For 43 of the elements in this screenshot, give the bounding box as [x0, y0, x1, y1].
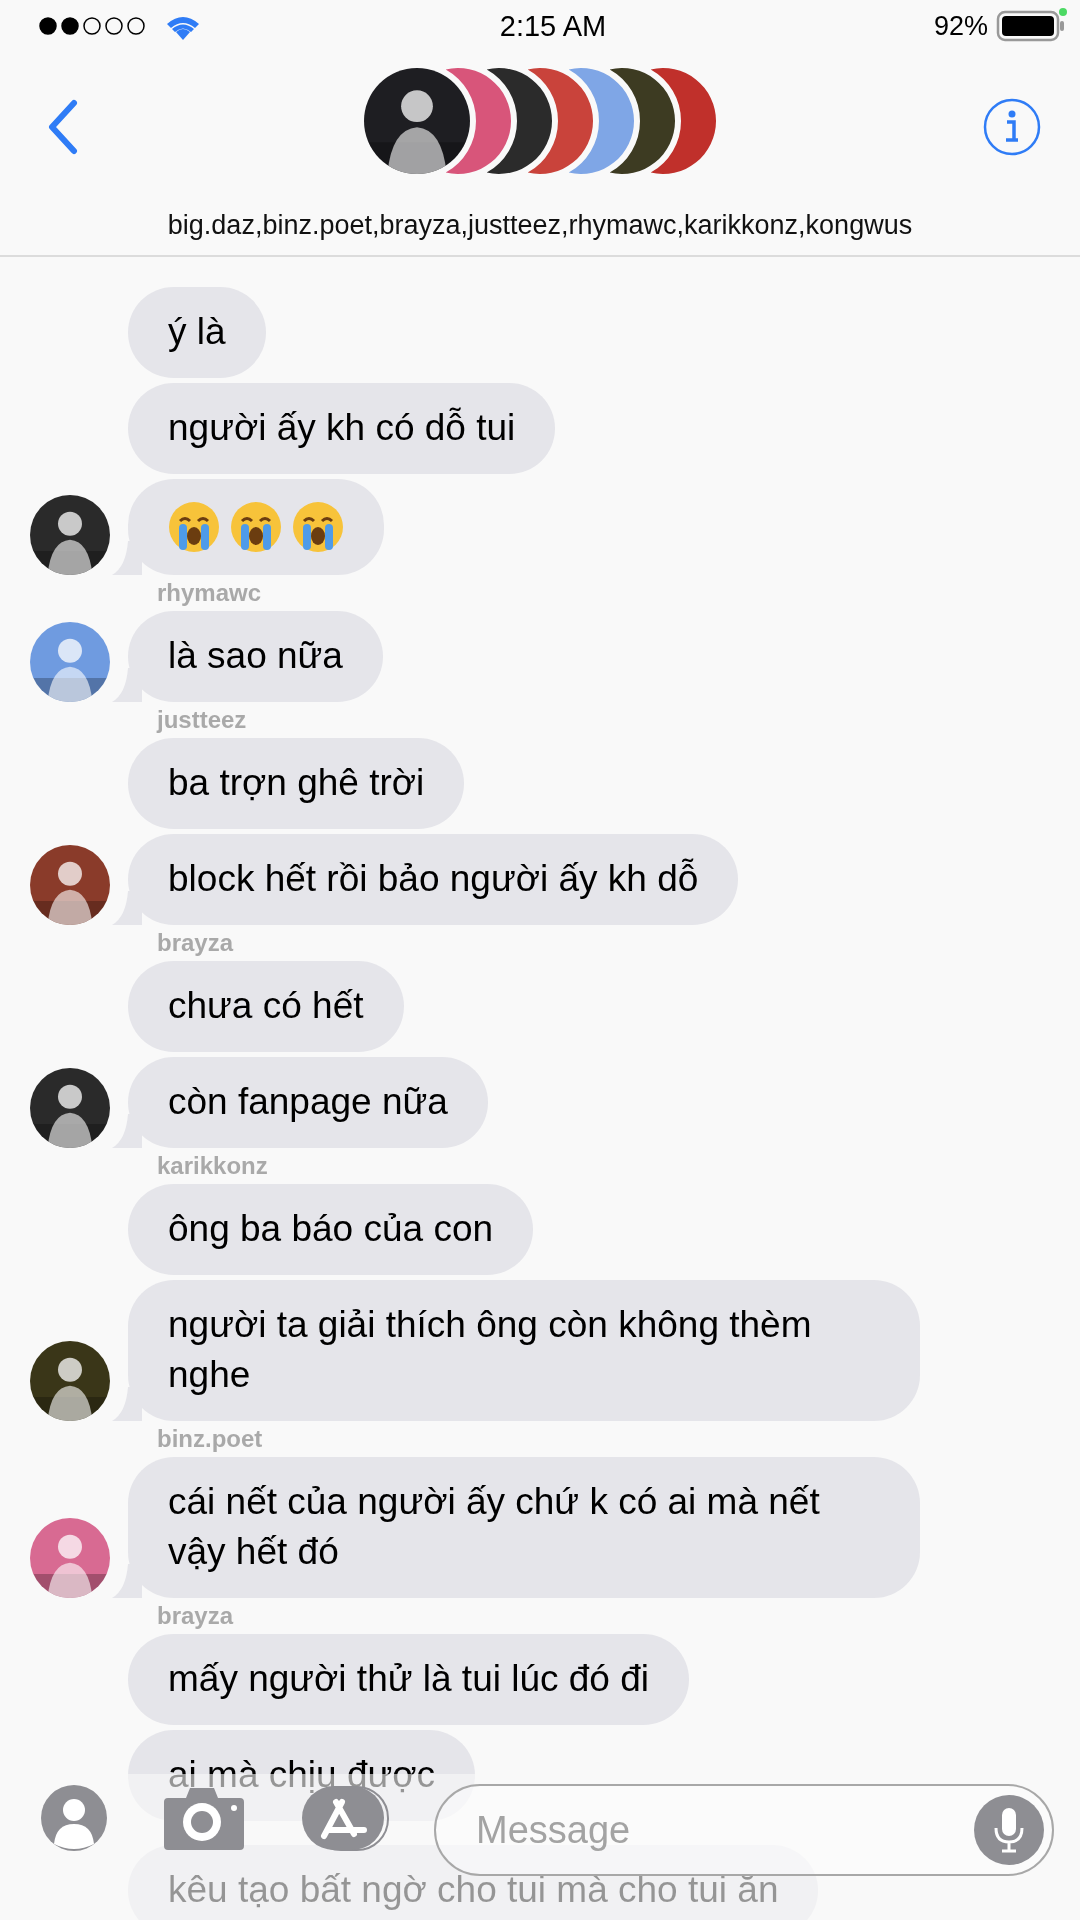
battery-icon [996, 8, 1068, 44]
message-bubble: người ta giải thích ông còn không thèm nghe [128, 1280, 920, 1421]
message-bubble: chưa có hết [128, 961, 404, 1052]
message-bubble: mấy người thử là tui lúc đó đi [128, 1634, 690, 1725]
sender-avatar[interactable] [30, 1341, 110, 1421]
contact-button[interactable] [40, 1784, 108, 1852]
group-avatar[interactable] [445, 68, 511, 174]
message-bubble: người ấy kh có dỗ tui [128, 383, 556, 474]
info-icon [982, 97, 1042, 157]
group-avatar[interactable] [568, 68, 634, 174]
back-chevron-icon [46, 99, 80, 155]
group-avatar[interactable] [527, 68, 593, 174]
sender-name: brayza [156, 1601, 235, 1631]
sender-name: binz.poet [156, 1424, 264, 1454]
group-avatar[interactable] [650, 68, 716, 174]
info-button[interactable] [982, 97, 1042, 157]
message-bubble: là sao nữa [128, 611, 383, 702]
participant-names[interactable]: big.daz,binz.poet,brayza,justteez,rhymawc,karikkonz,kongwus [0, 202, 1080, 255]
sender-name: karikkonz [156, 1151, 269, 1181]
message-bubble: còn fanpage nữa [128, 1057, 488, 1148]
group-avatar[interactable] [609, 68, 675, 174]
message-bubble: block hết rồi bảo người ấy kh dỗ [128, 834, 739, 925]
person-icon [40, 1784, 108, 1852]
sender-name: brayza [156, 928, 235, 958]
microphone-button[interactable] [974, 1795, 1044, 1865]
battery-percentage: 92% [933, 10, 988, 42]
message-bubble: ba trợn ghê trời [128, 738, 465, 829]
sender-avatar[interactable] [30, 495, 110, 575]
back-button[interactable] [46, 99, 80, 155]
crying-face-icon [168, 501, 220, 553]
message-bubble: cái nết của người ấy chứ k có ai mà nết vậy hết đó [128, 1457, 920, 1598]
group-avatar[interactable] [486, 68, 552, 174]
message-bubble: ý là [128, 287, 266, 378]
sender-name: justteez [155, 705, 248, 735]
status-time: 2:15 AM [499, 9, 607, 43]
sender-avatar[interactable] [30, 845, 110, 925]
microphone-icon [993, 1806, 1025, 1854]
sender-avatar[interactable] [30, 1068, 110, 1148]
crying-face-icon [230, 501, 282, 553]
message-bubble: ông ba báo của con [128, 1184, 534, 1275]
group-avatar[interactable] [364, 68, 470, 174]
sender-name: rhymawc [156, 578, 263, 608]
crying-face-icon [292, 501, 344, 553]
